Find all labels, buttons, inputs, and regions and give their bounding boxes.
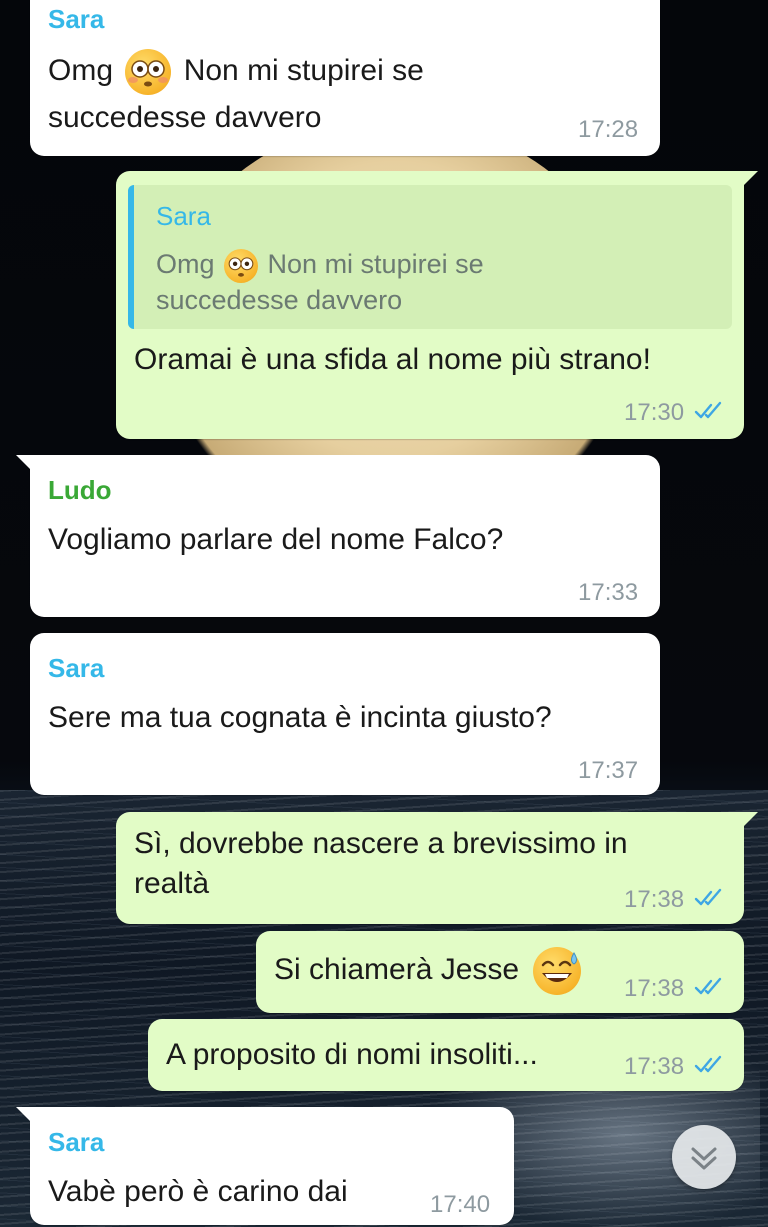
message-text: Vogliamo parlare del nome Falco?	[48, 523, 504, 556]
message-timestamp: 17:38	[624, 975, 685, 1002]
message-sender: Sara	[48, 653, 105, 683]
message-text: Sì, dovrebbe nascere a brevissimo in rea…	[134, 827, 628, 900]
read-receipt-icon	[694, 977, 722, 995]
message-text: Vabè però è carino dai	[48, 1175, 348, 1208]
flushed-face-emoji-icon	[224, 248, 259, 283]
double-chevron-down-icon	[691, 1147, 717, 1170]
message-timestamp: 17:38	[624, 886, 685, 913]
quote-accent-bar	[128, 185, 134, 329]
grinning-sweat-emoji-icon	[533, 947, 582, 996]
message-bubble-incoming[interactable]: Sara Vabè però è carino dai 17:40	[16, 1107, 514, 1225]
message-text: Si chiamerà Jesse	[274, 947, 582, 996]
message-timestamp: 17:40	[430, 1191, 491, 1218]
message-text: Oramai è una sfida al nome più strano!	[134, 343, 651, 376]
message-bubble-incoming[interactable]: Sara Sere ma tua cognata è incinta giust…	[30, 633, 660, 795]
message-timestamp: 17:33	[578, 579, 639, 606]
message-text: A proposito di nomi insoliti...	[166, 1038, 538, 1071]
quoted-message[interactable]: Sara Omg Non mi stupirei se succedesse d…	[128, 185, 732, 329]
flushed-face-emoji-icon	[125, 49, 172, 96]
message-text: Omg Non mi stupirei se succedesse davver…	[48, 48, 424, 141]
message-timestamp: 17:37	[578, 757, 639, 784]
message-bubble-incoming[interactable]: Sara Omg Non mi stupirei se succedesse d…	[30, 0, 660, 156]
message-sender: Ludo	[48, 475, 112, 505]
message-bubble-outgoing[interactable]: Si chiamerà Jesse 17:38	[256, 931, 744, 1013]
message-timestamp: 17:28	[578, 116, 639, 143]
message-bubble-outgoing[interactable]: Sì, dovrebbe nascere a brevissimo in rea…	[116, 812, 758, 924]
message-sender: Sara	[48, 1127, 105, 1157]
message-bubble-outgoing[interactable]: A proposito di nomi insoliti... 17:38	[148, 1019, 744, 1091]
quoted-message-sender: Sara	[156, 201, 211, 231]
scroll-to-bottom-button[interactable]	[672, 1125, 736, 1189]
message-sender: Sara	[48, 4, 105, 34]
quoted-message-text: Omg Non mi stupirei se succedesse davver…	[156, 248, 484, 315]
message-timestamp: 17:38	[624, 1053, 685, 1080]
message-timestamp: 17:30	[624, 399, 685, 426]
read-receipt-icon	[694, 888, 722, 906]
message-bubble-outgoing[interactable]: Sara Omg Non mi stupirei se succedesse d…	[116, 171, 758, 439]
message-text: Sere ma tua cognata è incinta giusto?	[48, 701, 552, 734]
message-bubble-incoming[interactable]: Ludo Vogliamo parlare del nome Falco? 17…	[16, 455, 660, 617]
read-receipt-icon	[694, 1055, 722, 1073]
read-receipt-icon	[694, 401, 722, 419]
